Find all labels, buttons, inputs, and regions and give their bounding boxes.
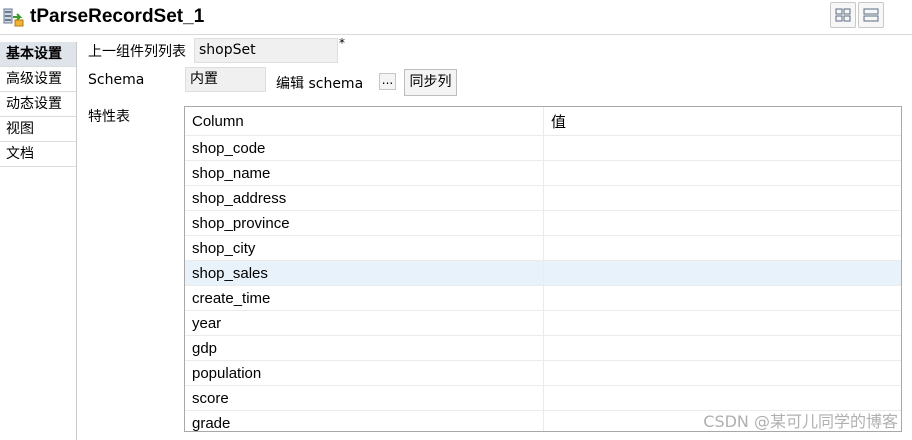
- column-cell: shop_sales: [185, 260, 544, 286]
- table-row[interactable]: gdp: [185, 335, 901, 361]
- column-cell: create_time: [185, 285, 544, 311]
- value-cell[interactable]: [543, 335, 901, 361]
- table-row[interactable]: create_time: [185, 285, 901, 311]
- table-row[interactable]: shop_address: [185, 185, 901, 211]
- value-header[interactable]: 值: [543, 107, 901, 136]
- column-cell: score: [185, 385, 544, 411]
- attr-table-label: 特性表: [88, 109, 130, 125]
- schema-type-select[interactable]: 内置: [185, 67, 266, 92]
- value-cell[interactable]: [543, 310, 901, 336]
- table-row[interactable]: shop_city: [185, 235, 901, 261]
- table-row[interactable]: score: [185, 385, 901, 411]
- value-cell[interactable]: [543, 185, 901, 211]
- column-cell: shop_address: [185, 185, 544, 211]
- column-cell: shop_province: [185, 210, 544, 236]
- column-cell: year: [185, 310, 544, 336]
- column-cell: grade: [185, 410, 544, 431]
- value-cell[interactable]: [543, 360, 901, 386]
- settings-sidebar: 基本设置 高级设置 动态设置 视图 文档: [0, 42, 77, 440]
- table-row[interactable]: year: [185, 310, 901, 336]
- column-cell: gdp: [185, 335, 544, 361]
- table-row[interactable]: population: [185, 360, 901, 386]
- table-row[interactable]: shop_name: [185, 160, 901, 186]
- list-view-button[interactable]: [858, 2, 884, 28]
- column-header[interactable]: Column: [185, 107, 544, 136]
- value-cell[interactable]: [543, 160, 901, 186]
- edit-schema-button[interactable]: ...: [379, 73, 396, 90]
- sidebar-item-documentation[interactable]: 文档: [0, 142, 76, 167]
- value-cell[interactable]: [543, 210, 901, 236]
- sidebar-item-view[interactable]: 视图: [0, 117, 76, 142]
- value-cell[interactable]: [543, 285, 901, 311]
- table-row-selected[interactable]: shop_sales: [185, 260, 901, 286]
- column-cell: shop_name: [185, 160, 544, 186]
- column-cell: population: [185, 360, 544, 386]
- sync-columns-button[interactable]: 同步列: [404, 69, 457, 96]
- sidebar-item-dynamic-settings[interactable]: 动态设置: [0, 92, 76, 117]
- attributes-table: Column 值 shop_code shop_name shop_addres…: [184, 106, 902, 432]
- grid-view-button[interactable]: [830, 2, 856, 28]
- sidebar-item-advanced-settings[interactable]: 高级设置: [0, 67, 76, 92]
- component-icon: [3, 8, 24, 27]
- table-header-row: Column 值: [185, 107, 901, 136]
- component-title: tParseRecordSet_1: [30, 6, 205, 27]
- value-cell[interactable]: [543, 135, 901, 161]
- prev-list-label: 上一组件列列表: [88, 44, 186, 60]
- value-cell[interactable]: [543, 385, 901, 411]
- watermark-text: CSDN @某可儿同学的博客: [703, 412, 898, 431]
- table-row[interactable]: shop_province: [185, 210, 901, 236]
- grid-view-icon: [835, 8, 851, 22]
- edit-schema-label: 编辑 schema: [276, 76, 364, 92]
- table-row[interactable]: shop_code: [185, 135, 901, 161]
- component-header: tParseRecordSet_1: [0, 0, 912, 35]
- sidebar-item-basic-settings[interactable]: 基本设置: [0, 42, 76, 67]
- list-view-icon: [863, 8, 879, 22]
- schema-label: Schema: [88, 72, 145, 88]
- value-cell[interactable]: [543, 235, 901, 261]
- column-cell: shop_code: [185, 135, 544, 161]
- value-cell[interactable]: [543, 260, 901, 286]
- column-cell: shop_city: [185, 235, 544, 261]
- prev-list-select[interactable]: shopSet: [194, 38, 338, 63]
- required-mark: *: [339, 36, 345, 50]
